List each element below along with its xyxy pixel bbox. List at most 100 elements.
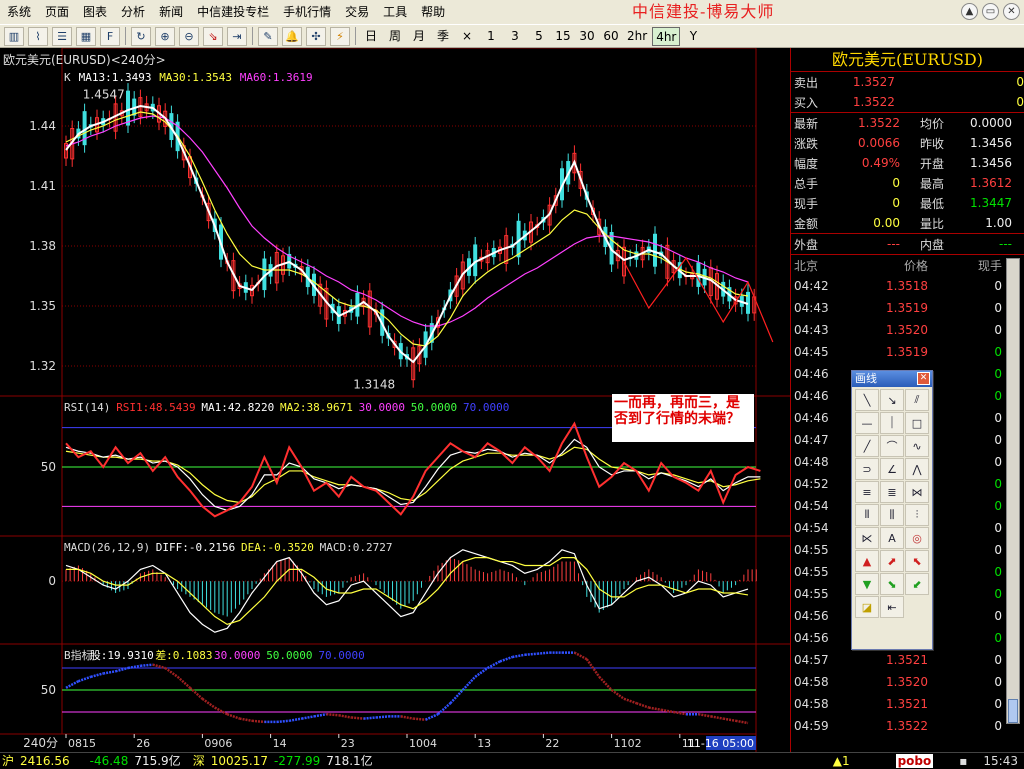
text-tool-icon[interactable]: A [880, 527, 904, 549]
pobo-logo: pobo [895, 753, 934, 768]
sz-change: -277.99 [273, 753, 321, 768]
line-tool-icon[interactable]: ╲ [855, 389, 879, 411]
period-10[interactable]: 60 [600, 27, 622, 46]
channel-tool-icon[interactable]: ≡ [855, 481, 879, 503]
legend-entry: 股:19.9310 [90, 649, 154, 662]
period-0[interactable]: 日 [360, 27, 382, 46]
chart-area[interactable]: 1.44 1.41 1.38 1.35 1.32 1.4547 1.3148 K MA13:1.… [0, 48, 790, 752]
zoom-out-icon[interactable]: ⊖ [179, 26, 199, 46]
tick-scrollbar[interactable] [1006, 258, 1020, 724]
triangle-tool-icon[interactable]: ⋉ [855, 527, 879, 549]
period-4[interactable]: × [456, 27, 478, 46]
menu-items: 系统 页面 图表 分析 新闻 中信建投专栏 手机行情 交易 工具 帮助 [0, 0, 452, 24]
period-5[interactable]: 1 [480, 27, 502, 46]
hline-tool-icon[interactable]: — [855, 412, 879, 434]
tick-header-qty: 现手 [977, 258, 1002, 273]
fib-fan-tool-icon[interactable]: ⊃ [855, 458, 879, 480]
up-left-arrow-tool-icon[interactable]: ⬉ [905, 550, 929, 572]
delete-tool-icon[interactable]: ⇤ [880, 596, 904, 618]
period-9[interactable]: 30 [576, 27, 598, 46]
menu-item-3[interactable]: 分析 [114, 0, 152, 24]
up-arrow-tool-icon[interactable]: ▲ [855, 550, 879, 572]
menu-item-4[interactable]: 新闻 [152, 0, 190, 24]
refresh-icon[interactable]: ↻ [131, 26, 151, 46]
menu-item-6[interactable]: 手机行情 [276, 0, 338, 24]
quote-list-icon[interactable]: ☰ [52, 26, 72, 46]
draw-palette-titlebar[interactable]: 画线 ✕ [852, 371, 932, 387]
kline-chart-icon[interactable]: ▥ [4, 26, 24, 46]
network-icon: ▪ [959, 753, 968, 768]
period-2[interactable]: 月 [408, 27, 430, 46]
trend-tool-icon[interactable]: ╱ [855, 435, 879, 457]
alarm-bell-icon[interactable]: 🔔 [282, 26, 302, 46]
series-segment [214, 706, 228, 716]
period-12[interactable]: 4hr [652, 26, 681, 46]
period-1[interactable]: 周 [384, 27, 406, 46]
zoom-in-icon[interactable]: ⊕ [155, 26, 175, 46]
legend-entry: 差:0.1083 [155, 648, 212, 662]
menu-item-0[interactable]: 系统 [0, 0, 38, 24]
series-segment [65, 680, 79, 689]
vline-tool-icon[interactable]: ⏐ [880, 412, 904, 434]
down-right-arrow-tool-icon[interactable]: ⬊ [880, 573, 904, 595]
quote-value2: 1.3456 [970, 156, 1012, 170]
buy-row: 买入 1.3522 0 [791, 92, 1024, 112]
period-13[interactable]: Y [682, 27, 704, 46]
tick-header: 北京 价格 现手 [791, 255, 1024, 275]
alert-indicator[interactable]: ▲1 [833, 754, 850, 768]
period-6[interactable]: 3 [504, 27, 526, 46]
export-icon[interactable]: ⇘ [203, 26, 223, 46]
ray-tool-icon[interactable]: ↘ [880, 389, 904, 411]
draw-palette-close-icon[interactable]: ✕ [917, 372, 930, 385]
lightning-icon[interactable]: ⚡ [330, 26, 350, 46]
regression-tool-icon[interactable]: ≣ [880, 481, 904, 503]
cycle-tool-icon[interactable]: ⦀ [855, 504, 879, 526]
series-line-ma60 [65, 115, 749, 327]
series-segment [400, 715, 414, 720]
parallel-tool-icon[interactable]: ⫽ [905, 389, 929, 411]
arc-tool-icon[interactable]: ⌒ [880, 435, 904, 457]
restore-button[interactable]: ▭ [982, 3, 999, 20]
menu-item-8[interactable]: 工具 [376, 0, 414, 24]
down-arrow-tool-icon[interactable]: ▼ [855, 573, 879, 595]
target-tool-icon[interactable]: ◎ [905, 527, 929, 549]
menu-item-7[interactable]: 交易 [338, 0, 376, 24]
angle-tool-icon[interactable]: ∠ [880, 458, 904, 480]
draw-palette[interactable]: 画线 ✕ ╲ ↘ ⫽ — ⏐ □ ╱ ⌒ ∿ ⊃ ∠ ⋀ ≡ ≣ ⋈ ⦀ ⫼ ⫶ ⋉ A ◎ ▲ ⬈ ⬉ ▼ ⬊ ⬋ ◪ ⇤ [851, 370, 933, 650]
chart-title: 欧元美元(EURUSD)<240分> [3, 53, 166, 67]
gann-tool-icon[interactable]: ⋀ [905, 458, 929, 480]
rect-tool-icon[interactable]: □ [905, 412, 929, 434]
tick-time: 04:47 [794, 433, 829, 447]
inner-label: 内盘 [919, 237, 944, 252]
menu-item-2[interactable]: 图表 [76, 0, 114, 24]
scroll-thumb[interactable] [1008, 699, 1018, 723]
sh-index: 2416.56 [20, 753, 70, 768]
import-icon[interactable]: ⇥ [227, 26, 247, 46]
speed-tool-icon[interactable]: ⋈ [905, 481, 929, 503]
tick-qty: 0 [994, 411, 1002, 425]
quote-value: 0.49% [861, 156, 900, 170]
wave-tool-icon[interactable]: ∿ [905, 435, 929, 457]
close-button[interactable]: ✕ [1003, 3, 1020, 20]
indicator-icon[interactable]: ✣ [306, 26, 326, 46]
trend-chart-icon[interactable]: ⌇ [28, 26, 48, 46]
down-left-arrow-tool-icon[interactable]: ⬋ [905, 573, 929, 595]
eraser-tool-icon[interactable]: ◪ [855, 596, 879, 618]
period-7[interactable]: 5 [528, 27, 550, 46]
quote-title: 欧元美元(EURUSD) [791, 48, 1024, 72]
table-icon[interactable]: ▦ [76, 26, 96, 46]
draw-line-icon[interactable]: ✎ [258, 26, 278, 46]
minimize-button[interactable]: ▲ [961, 3, 978, 20]
tick-time: 04:52 [794, 477, 829, 491]
period-3[interactable]: 季 [432, 27, 454, 46]
cycle2-tool-icon[interactable]: ⫼ [880, 504, 904, 526]
menu-item-5[interactable]: 中信建投专栏 [190, 0, 276, 24]
period-8[interactable]: 15 [552, 27, 574, 46]
cycle3-tool-icon[interactable]: ⫶ [905, 504, 929, 526]
period-11[interactable]: 2hr [624, 27, 650, 46]
series-segment [102, 670, 116, 675]
menu-item-9[interactable]: 帮助 [414, 0, 452, 24]
menu-item-1[interactable]: 页面 [38, 0, 76, 24]
f10-icon[interactable]: F [100, 26, 120, 46]
up-right-arrow-tool-icon[interactable]: ⬈ [880, 550, 904, 572]
